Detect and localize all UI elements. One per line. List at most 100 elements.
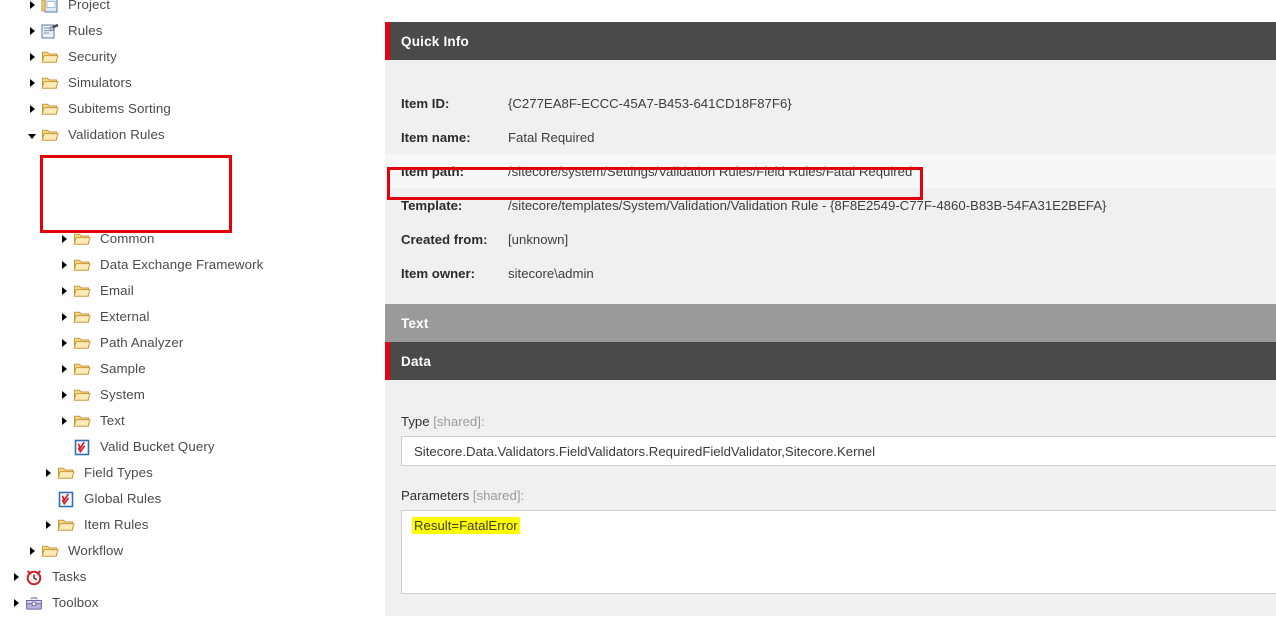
folder-icon bbox=[40, 47, 60, 67]
type-input[interactable]: Sitecore.Data.Validators.FieldValidators… bbox=[401, 436, 1276, 466]
folder-icon bbox=[40, 541, 60, 561]
tree-item-workflow[interactable]: Workflow bbox=[0, 538, 385, 564]
tree-item-path-analyzer[interactable]: Path Analyzer bbox=[0, 330, 385, 356]
tree-item-item-rules[interactable]: Item Rules bbox=[0, 512, 385, 538]
chevron-right-icon[interactable] bbox=[56, 408, 72, 434]
chevron-right-icon[interactable] bbox=[24, 44, 40, 70]
tree-item-toolbox[interactable]: Toolbox bbox=[0, 590, 385, 616]
tree-item-validation-rules[interactable]: Validation Rules bbox=[0, 122, 385, 148]
project-icon bbox=[40, 0, 60, 15]
tree-item-sample[interactable]: Sample bbox=[0, 356, 385, 382]
chevron-right-icon[interactable] bbox=[56, 278, 72, 304]
quick-info-value: /sitecore/templates/System/Validation/Va… bbox=[508, 197, 1107, 213]
sitecore-content-editor: Project Rules Security Simulators Subitems S… bbox=[0, 0, 1276, 621]
tree-item-label: Validation Rules bbox=[68, 127, 165, 142]
type-field-label: Type [shared]: bbox=[385, 414, 1276, 429]
folder-icon bbox=[72, 359, 92, 379]
data-top-spacer bbox=[385, 398, 1276, 414]
tree-item-security[interactable]: Security bbox=[0, 44, 385, 70]
parameters-label-text: Parameters bbox=[401, 488, 470, 503]
folder-icon bbox=[40, 125, 60, 145]
tree-item-label: Workflow bbox=[68, 543, 124, 558]
chevron-right-icon[interactable] bbox=[24, 0, 40, 18]
tree-item-label: Valid Bucket Query bbox=[100, 439, 215, 454]
annotation-tree-fill bbox=[43, 158, 229, 230]
chevron-right-icon[interactable] bbox=[24, 538, 40, 564]
chevron-right-icon[interactable] bbox=[56, 304, 72, 330]
section-title: Quick Info bbox=[401, 33, 470, 49]
section-header-text[interactable]: Text bbox=[385, 304, 1276, 342]
top-spacer bbox=[385, 0, 1276, 22]
parameters-shared-tag: [shared]: bbox=[472, 488, 525, 503]
chevron-right-icon[interactable] bbox=[8, 590, 24, 616]
tree-item-valid-bucket-query[interactable]: Valid Bucket Query bbox=[0, 434, 385, 460]
chevron-right-icon[interactable] bbox=[56, 330, 72, 356]
data-fields: Type [shared]: Sitecore.Data.Validators.… bbox=[385, 380, 1276, 616]
tree-item-system[interactable]: System bbox=[0, 382, 385, 408]
tree-item-workflows[interactable]: Workflows bbox=[0, 616, 385, 621]
tree-expander-empty bbox=[56, 434, 72, 460]
tree-item-global-rules[interactable]: Global Rules bbox=[0, 486, 385, 512]
folder-icon bbox=[40, 99, 60, 119]
tree-item-label: Sample bbox=[100, 361, 146, 376]
chevron-down-icon[interactable] bbox=[24, 122, 40, 148]
chevron-right-icon[interactable] bbox=[8, 616, 24, 621]
tree-item-tasks[interactable]: Tasks bbox=[0, 564, 385, 590]
tree-item-email[interactable]: Email bbox=[0, 278, 385, 304]
tree-item-label: Data Exchange Framework bbox=[100, 257, 264, 272]
tree-expander-empty bbox=[40, 486, 56, 512]
tree-item-text[interactable]: Text bbox=[0, 408, 385, 434]
quick-info-value: {C277EA8F-ECCC-45A7-B453-641CD18F87F6} bbox=[508, 95, 792, 111]
type-shared-tag: [shared]: bbox=[433, 414, 485, 429]
chevron-right-icon[interactable] bbox=[24, 18, 40, 44]
tree-item-label: Field Types bbox=[84, 465, 153, 480]
folder-icon bbox=[72, 333, 92, 353]
folder-icon bbox=[72, 385, 92, 405]
quick-info-value: Fatal Required bbox=[508, 129, 595, 145]
parameters-textarea[interactable]: Result=FatalError bbox=[401, 510, 1276, 594]
tree-item-data-exchange-framework[interactable]: Data Exchange Framework bbox=[0, 252, 385, 278]
type-input-value: Sitecore.Data.Validators.FieldValidators… bbox=[414, 443, 876, 459]
quick-info-row: Created from: [unknown] bbox=[385, 222, 1276, 256]
parameters-field-label: Parameters [shared]: bbox=[385, 488, 1276, 503]
folder-icon bbox=[72, 229, 92, 249]
tree-item-label: External bbox=[100, 309, 150, 324]
section-header-data[interactable]: Data bbox=[385, 342, 1276, 380]
quick-info-label: Item ID: bbox=[401, 95, 450, 111]
section-header-quick-info[interactable]: Quick Info bbox=[385, 22, 1276, 60]
tree-item-external[interactable]: External bbox=[0, 304, 385, 330]
chevron-right-icon[interactable] bbox=[56, 356, 72, 382]
chevron-right-icon[interactable] bbox=[56, 382, 72, 408]
chevron-right-icon[interactable] bbox=[24, 96, 40, 122]
quick-info-label: Item name: bbox=[401, 129, 471, 145]
chevron-right-icon[interactable] bbox=[40, 512, 56, 538]
tree-item-rules[interactable]: Rules bbox=[0, 18, 385, 44]
tree-item-subitems-sorting[interactable]: Subitems Sorting bbox=[0, 96, 385, 122]
tree-item-project[interactable]: Project bbox=[0, 0, 385, 18]
chevron-right-icon[interactable] bbox=[8, 564, 24, 590]
tree-item-label: Path Analyzer bbox=[100, 335, 184, 350]
section-accent-bar bbox=[385, 22, 390, 60]
toolbox-icon bbox=[24, 593, 44, 613]
folder-icon bbox=[72, 307, 92, 327]
quick-info-row: Item path: /sitecore/system/Settings/Vali… bbox=[385, 154, 1276, 188]
rules-icon bbox=[40, 21, 60, 41]
content-tree-panel[interactable]: Project Rules Security Simulators Subitems S… bbox=[0, 0, 385, 621]
tree-item-field-types[interactable]: Field Types bbox=[0, 460, 385, 486]
section-title: Data bbox=[401, 353, 432, 369]
section-title: Text bbox=[401, 315, 429, 331]
quick-info-label: Item owner: bbox=[401, 265, 476, 281]
folder-icon bbox=[72, 255, 92, 275]
chevron-right-icon[interactable] bbox=[56, 252, 72, 278]
folder-icon bbox=[72, 411, 92, 431]
chevron-right-icon[interactable] bbox=[40, 460, 56, 486]
folder-icon bbox=[40, 73, 60, 93]
quick-info-row: Item ID: {C277EA8F-ECCC-45A7-B453-641CD18… bbox=[385, 86, 1276, 120]
quick-info-value: [unknown] bbox=[508, 231, 569, 247]
validation-rule-icon bbox=[56, 489, 76, 509]
tree-item-simulators[interactable]: Simulators bbox=[0, 70, 385, 96]
field-gap bbox=[385, 466, 1276, 488]
validation-rule-icon bbox=[72, 437, 92, 457]
chevron-right-icon[interactable] bbox=[24, 70, 40, 96]
folder-icon bbox=[56, 515, 76, 535]
